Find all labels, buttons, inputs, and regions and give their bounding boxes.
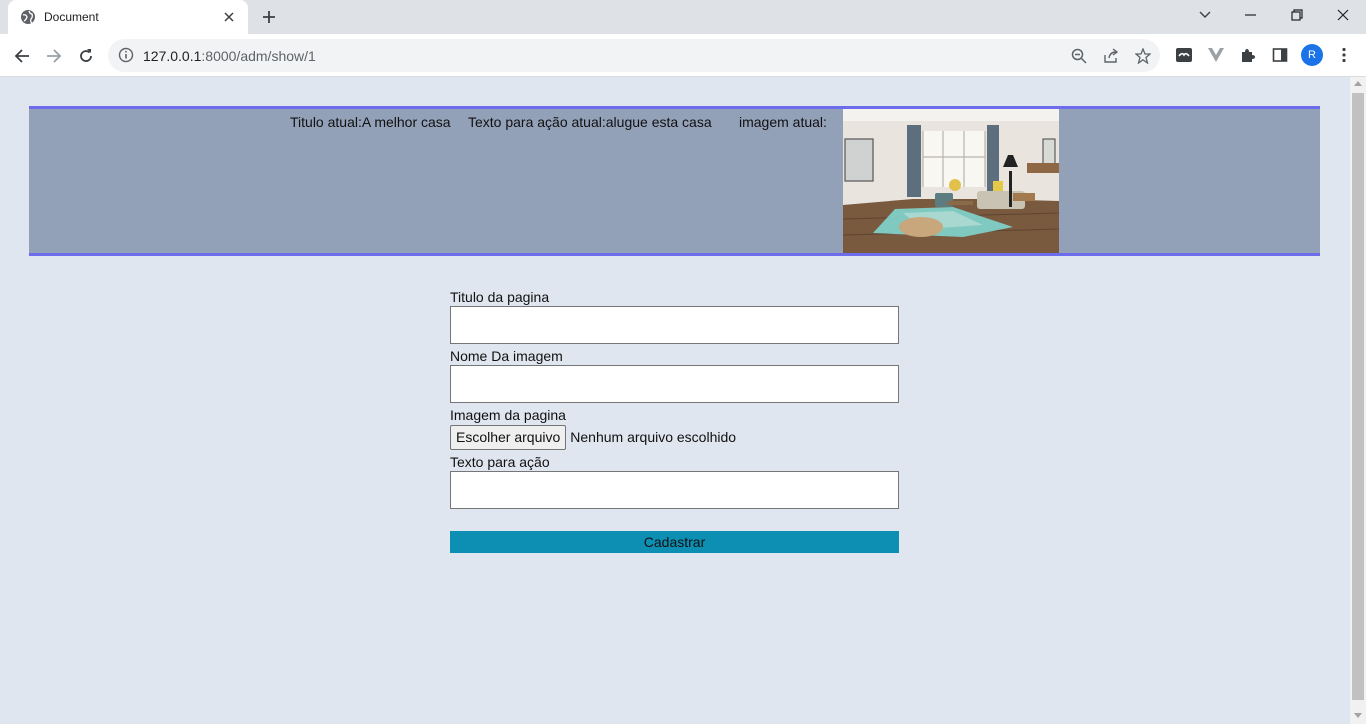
vertical-scrollbar[interactable] [1350, 77, 1366, 724]
current-page-banner: Titulo atual:A melhor casa Texto para aç… [29, 106, 1320, 256]
browser-toolbar: 127.0.0.1:8000/adm/show/1 R [0, 34, 1366, 77]
choose-file-button[interactable]: Escolher arquivo [450, 424, 567, 450]
reload-icon[interactable] [72, 42, 100, 70]
file-upload-field: Escolher arquivo Nenhum arquivo escolhid… [450, 424, 899, 450]
page-viewport: Titulo atual:A melhor casa Texto para aç… [0, 77, 1350, 724]
page-title-label: Titulo da pagina [450, 289, 550, 305]
action-text-label: Texto para ação [450, 454, 550, 470]
scroll-down-arrow-icon[interactable] [1354, 713, 1362, 718]
zoom-icon[interactable] [1069, 46, 1089, 66]
menu-kebab-icon[interactable] [1334, 45, 1354, 65]
globe-icon [20, 9, 36, 25]
page-image-label: Imagem da pagina [450, 407, 566, 423]
minimize-icon[interactable] [1228, 0, 1274, 30]
url-text: 127.0.0.1:8000/adm/show/1 [143, 48, 316, 64]
current-title-label: Titulo atual: [290, 114, 362, 130]
url-host: 127.0.0.1 [143, 48, 202, 64]
image-name-input[interactable] [450, 365, 899, 403]
current-image [843, 109, 1059, 253]
image-name-label: Nome Da imagem [450, 348, 563, 364]
site-info-icon[interactable] [118, 47, 134, 63]
browser-tab[interactable]: Document [8, 0, 248, 34]
file-status-text: Nenhum arquivo escolhido [570, 429, 737, 445]
restore-icon[interactable] [1274, 0, 1320, 30]
address-bar[interactable]: 127.0.0.1:8000/adm/show/1 [108, 39, 1160, 72]
current-title-value: A melhor casa [361, 114, 451, 130]
vue-devtools-icon[interactable] [1206, 45, 1226, 65]
tab-search-icon[interactable] [1182, 0, 1228, 30]
back-arrow-icon[interactable] [8, 42, 36, 70]
page-title-input[interactable] [450, 306, 899, 344]
scroll-up-arrow-icon[interactable] [1354, 81, 1362, 86]
current-action-text: Texto para ação atual:alugue esta casa [468, 114, 712, 130]
url-path: :8000/adm/show/1 [201, 48, 316, 64]
current-image-label: imagem atual: [739, 114, 827, 130]
current-action-value: alugue esta casa [605, 114, 712, 130]
current-action-label: Texto para ação atual: [468, 114, 606, 130]
scrollbar-thumb[interactable] [1352, 93, 1364, 700]
profile-avatar[interactable]: R [1301, 44, 1323, 66]
action-text-input[interactable] [450, 471, 899, 509]
tab-title: Document [44, 10, 99, 24]
submit-button[interactable]: Cadastrar [450, 531, 899, 553]
forward-arrow-icon[interactable] [40, 42, 68, 70]
page-settings-form: Titulo da pagina Nome Da imagem Imagem d… [450, 288, 899, 553]
side-panel-icon[interactable] [1270, 45, 1290, 65]
extension-box-icon[interactable] [1174, 45, 1194, 65]
close-window-icon[interactable] [1320, 0, 1366, 30]
current-title: Titulo atual:A melhor casa [290, 114, 451, 130]
bookmark-star-icon[interactable] [1133, 46, 1153, 66]
browser-tab-strip: Document [0, 0, 1366, 34]
share-icon[interactable] [1101, 46, 1121, 66]
new-tab-icon[interactable] [258, 6, 280, 28]
extensions-puzzle-icon[interactable] [1238, 45, 1258, 65]
close-tab-icon[interactable] [220, 8, 238, 26]
